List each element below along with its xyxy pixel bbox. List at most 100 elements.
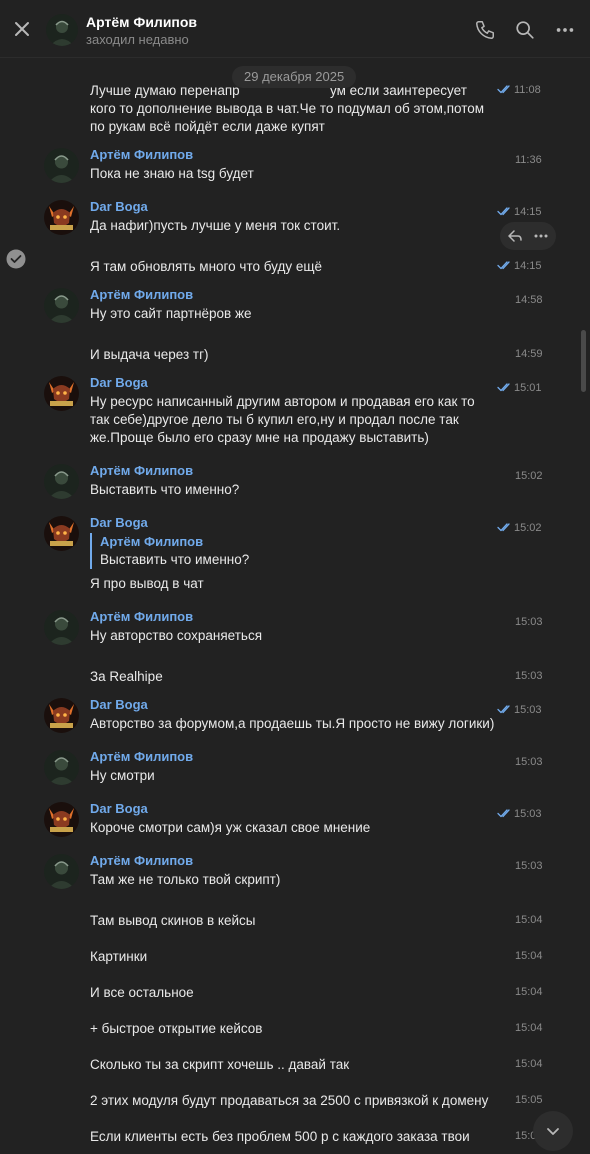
reply-quote[interactable]: Артём Филипов Выставить что именно? (90, 533, 249, 569)
message-text: кого то дополнение вывода в чат.Че то по… (90, 101, 485, 116)
message-text: Ну ресурс написанный другим автором и пр… (90, 394, 475, 409)
message-time: 15:04 (515, 1022, 543, 1034)
contact-name[interactable]: Артём Филипов (86, 14, 197, 30)
time-label: 14:15 (514, 260, 542, 272)
time-label: 11:08 (514, 84, 541, 96)
read-ticks-icon (497, 207, 510, 216)
message-text: по рукам всё пойдёт если даже купят (90, 119, 325, 134)
message-text: Лучше думаю перенапр (90, 83, 240, 98)
message-actions (500, 222, 556, 250)
message-text: За Realhipe (90, 669, 163, 684)
avatar[interactable] (44, 610, 79, 645)
time-label: 15:02 (514, 522, 542, 534)
message-time: 15:02 (515, 470, 543, 482)
author-name[interactable]: Dar Boga (90, 697, 148, 712)
author-name[interactable]: Артём Филипов (90, 609, 193, 624)
message-time: 11:08 (497, 84, 541, 96)
message-text: Короче смотри сам)я уж сказал свое мнени… (90, 820, 371, 835)
message-text: же.Проще было его сразу мне на продажу в… (90, 430, 429, 445)
message-text: Ну это сайт партнёров же (90, 306, 252, 321)
message-text: Ну смотри (90, 768, 155, 783)
chevron-down-icon (547, 1128, 559, 1135)
message-text: И все остальное (90, 985, 194, 1000)
close-icon[interactable] (10, 17, 34, 41)
message-text: Там вывод скинов в кейсы (90, 913, 256, 928)
message-time: 15:03 (515, 616, 543, 628)
date-badge: 29 декабря 2025 (232, 66, 357, 88)
author-name[interactable]: Dar Boga (90, 375, 148, 390)
author-name[interactable]: Артём Филипов (90, 749, 193, 764)
message-time: 15:02 (497, 522, 542, 534)
read-ticks-icon (497, 809, 510, 818)
message-text: Авторство за форумом,а продаешь ты.Я про… (90, 716, 495, 731)
chat-header: Артём Филипов заходил недавно (0, 0, 590, 58)
message-text: Я там обновлять много что буду ещё (90, 259, 322, 274)
avatar[interactable] (44, 698, 79, 733)
message-time: 14:59 (515, 348, 543, 360)
scrollbar[interactable] (581, 330, 586, 392)
more-icon[interactable] (532, 227, 550, 245)
scroll-down-button[interactable] (533, 1111, 573, 1151)
avatar[interactable] (44, 200, 79, 235)
author-name[interactable]: Dar Boga (90, 801, 148, 816)
message-text: Картинки (90, 949, 148, 964)
avatar[interactable] (44, 148, 79, 183)
message-time: 15:04 (515, 986, 543, 998)
author-name[interactable]: Артём Филипов (90, 463, 193, 478)
phone-icon[interactable] (474, 19, 496, 41)
avatar[interactable] (44, 288, 79, 323)
message-text: Выставить что именно? (90, 482, 240, 497)
message-text: Я про вывод в чат (90, 576, 204, 591)
message-time: 15:03 (515, 860, 543, 872)
author-name[interactable]: Dar Boga (90, 515, 148, 530)
author-name[interactable]: Артём Филипов (90, 853, 193, 868)
quote-text: Выставить что именно? (100, 552, 250, 567)
message-text: Там же не только твой скрипт) (90, 872, 281, 887)
contact-status: заходил недавно (86, 32, 189, 47)
time-label: 15:03 (514, 808, 542, 820)
message-text: Если клиенты есть без проблем 500 р с ка… (90, 1129, 470, 1144)
search-icon[interactable] (514, 19, 536, 41)
message-text: + быстрое открытие кейсов (90, 1021, 263, 1036)
message-text: 2 этих модуля будут продаваться за 2500 … (90, 1093, 489, 1108)
read-ticks-icon (497, 705, 510, 714)
author-name[interactable]: Артём Филипов (90, 287, 193, 302)
time-label: 14:15 (514, 206, 542, 218)
avatar[interactable] (44, 750, 79, 785)
author-name[interactable]: Артём Филипов (90, 147, 193, 162)
read-ticks-icon (497, 85, 510, 94)
message-text: так себе)другое дело ты б купил его,ну и… (90, 412, 459, 427)
message-time: 15:03 (515, 756, 543, 768)
message-time: 15:04 (515, 950, 543, 962)
avatar[interactable] (46, 14, 78, 46)
time-label: 15:03 (514, 704, 542, 716)
reply-icon[interactable] (506, 227, 524, 245)
message-time: 15:04 (515, 914, 543, 926)
select-check-icon[interactable] (6, 249, 26, 269)
message-text: Сколько ты за скрипт хочешь .. давай так (90, 1057, 350, 1072)
read-ticks-icon (497, 383, 510, 392)
read-ticks-icon (497, 523, 510, 532)
message-time: 15:03 (515, 670, 543, 682)
message-time: 14:15 (497, 260, 542, 272)
author-name[interactable]: Dar Boga (90, 199, 148, 214)
time-label: 15:01 (514, 382, 542, 394)
message-time: 15:03 (497, 808, 542, 820)
avatar[interactable] (44, 802, 79, 837)
read-ticks-icon (497, 261, 510, 270)
quote-author: Артём Филипов (100, 534, 204, 549)
more-icon[interactable] (554, 19, 576, 41)
message-time: 15:04 (515, 1058, 543, 1070)
message-time: 11:36 (515, 154, 542, 166)
message-time: 15:03 (497, 704, 542, 716)
avatar[interactable] (44, 854, 79, 889)
message-time: 14:58 (515, 294, 543, 306)
message-text: Ну авторство сохраняеться (90, 628, 263, 643)
avatar[interactable] (44, 376, 79, 411)
message-text: Пока не знаю на tsg будет (90, 166, 254, 181)
avatar[interactable] (44, 516, 79, 551)
message-feed[interactable]: Лучше думаю перенапр ум если заинтересует… (0, 58, 590, 1154)
message-time: 15:05 (515, 1094, 543, 1106)
message-text: И выдача через тг) (90, 347, 209, 362)
avatar[interactable] (44, 464, 79, 499)
